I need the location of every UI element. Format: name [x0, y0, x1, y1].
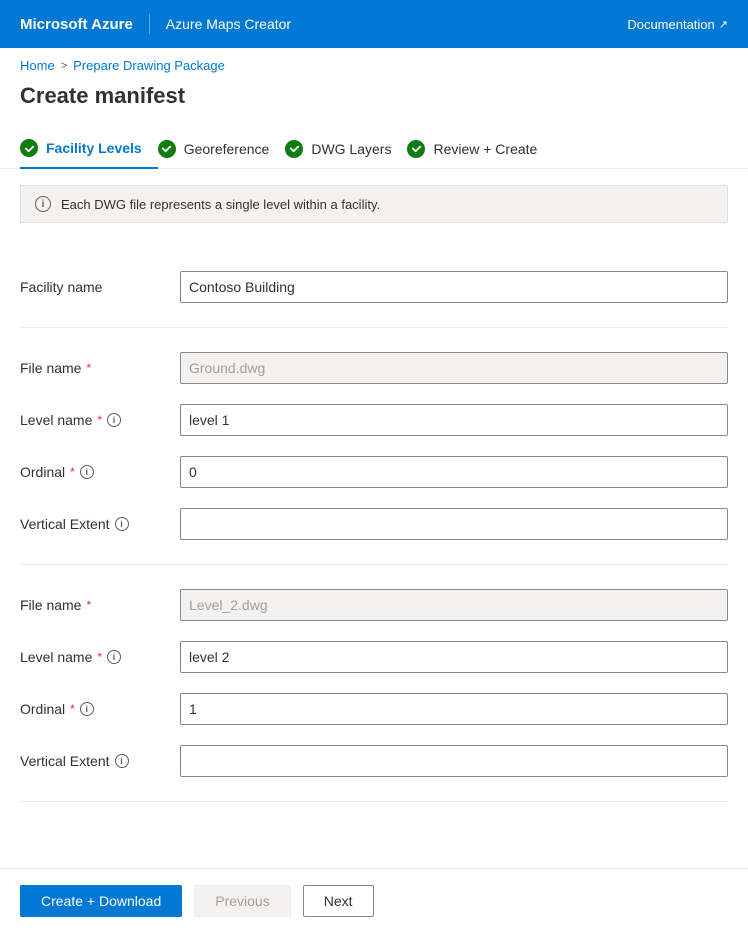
level2-filename-required: * [86, 598, 91, 612]
level1-ordinal-tooltip[interactable]: i [80, 465, 94, 479]
step-label-geo: Georeference [184, 141, 270, 157]
create-download-button[interactable]: Create + Download [20, 885, 182, 917]
step-dwg-layers[interactable]: DWG Layers [285, 130, 407, 168]
level1-filename-row: File name * [20, 342, 728, 394]
facility-name-row: Facility name [20, 261, 728, 313]
level1-filename-input [180, 352, 728, 384]
level2-verticalextent-tooltip[interactable]: i [115, 754, 129, 768]
level1-ordinal-input[interactable] [180, 456, 728, 488]
level1-ordinal-row: Ordinal * i [20, 446, 728, 498]
level2-ordinal-row: Ordinal * i [20, 683, 728, 735]
info-banner: i Each DWG file represents a single leve… [20, 185, 728, 223]
step-review-create[interactable]: Review + Create [407, 130, 553, 168]
level2-verticalextent-row: Vertical Extent i [20, 735, 728, 787]
step-georeference[interactable]: Georeference [158, 130, 286, 168]
app-header: Microsoft Azure Azure Maps Creator Docum… [0, 0, 748, 48]
next-button[interactable]: Next [303, 885, 374, 917]
step-check-geo [158, 140, 176, 158]
form-content: Facility name File name * Level name * i… [0, 239, 748, 882]
level1-ordinal-label: Ordinal * i [20, 464, 180, 480]
breadcrumb: Home > Prepare Drawing Package [0, 48, 748, 79]
breadcrumb-current[interactable]: Prepare Drawing Package [73, 58, 225, 73]
level1-verticalextent-input[interactable] [180, 508, 728, 540]
facility-section: Facility name [20, 247, 728, 328]
step-check-dwg [285, 140, 303, 158]
level1-filename-required: * [86, 361, 91, 375]
level2-verticalextent-input[interactable] [180, 745, 728, 777]
step-label-dwg: DWG Layers [311, 141, 391, 157]
step-check-review [407, 140, 425, 158]
level1-verticalextent-row: Vertical Extent i [20, 498, 728, 550]
level1-levelname-label: Level name * i [20, 412, 180, 428]
level2-ordinal-tooltip[interactable]: i [80, 702, 94, 716]
level1-levelname-required: * [97, 413, 102, 427]
product-name: Azure Maps Creator [166, 16, 291, 32]
level1-levelname-tooltip[interactable]: i [107, 413, 121, 427]
step-label-facility: Facility Levels [46, 140, 142, 156]
breadcrumb-separator: > [61, 60, 67, 72]
step-label-review: Review + Create [433, 141, 537, 157]
level1-filename-label: File name * [20, 360, 180, 376]
level1-levelname-input[interactable] [180, 404, 728, 436]
wizard-steps: Facility Levels Georeference DWG Layers … [0, 129, 748, 169]
level2-filename-label: File name * [20, 597, 180, 613]
level1-verticalextent-label: Vertical Extent i [20, 516, 180, 532]
footer: Create + Download Previous Next [0, 868, 748, 933]
info-icon: i [35, 196, 51, 212]
level2-levelname-label: Level name * i [20, 649, 180, 665]
step-facility-levels[interactable]: Facility Levels [20, 129, 158, 169]
level2-filename-row: File name * [20, 579, 728, 631]
breadcrumb-home[interactable]: Home [20, 58, 55, 73]
step-check-facility [20, 139, 38, 157]
level-1-section: File name * Level name * i Ordinal * i V… [20, 328, 728, 565]
level1-verticalextent-tooltip[interactable]: i [115, 517, 129, 531]
info-banner-text: Each DWG file represents a single level … [61, 197, 380, 212]
level2-levelname-input[interactable] [180, 641, 728, 673]
level2-levelname-required: * [97, 650, 102, 664]
level2-verticalextent-label: Vertical Extent i [20, 753, 180, 769]
level2-levelname-tooltip[interactable]: i [107, 650, 121, 664]
facility-name-label: Facility name [20, 279, 180, 295]
level2-ordinal-label: Ordinal * i [20, 701, 180, 717]
level1-ordinal-required: * [70, 465, 75, 479]
page-title: Create manifest [0, 79, 748, 129]
level-2-section: File name * Level name * i Ordinal * i V… [20, 565, 728, 802]
level2-ordinal-required: * [70, 702, 75, 716]
facility-name-input[interactable] [180, 271, 728, 303]
previous-button: Previous [194, 885, 290, 917]
level2-ordinal-input[interactable] [180, 693, 728, 725]
level2-filename-input [180, 589, 728, 621]
documentation-link[interactable]: Documentation ↗ [627, 17, 728, 32]
level1-levelname-row: Level name * i [20, 394, 728, 446]
header-divider [149, 14, 150, 34]
level2-levelname-row: Level name * i [20, 631, 728, 683]
brand-name: Microsoft Azure [20, 16, 133, 33]
